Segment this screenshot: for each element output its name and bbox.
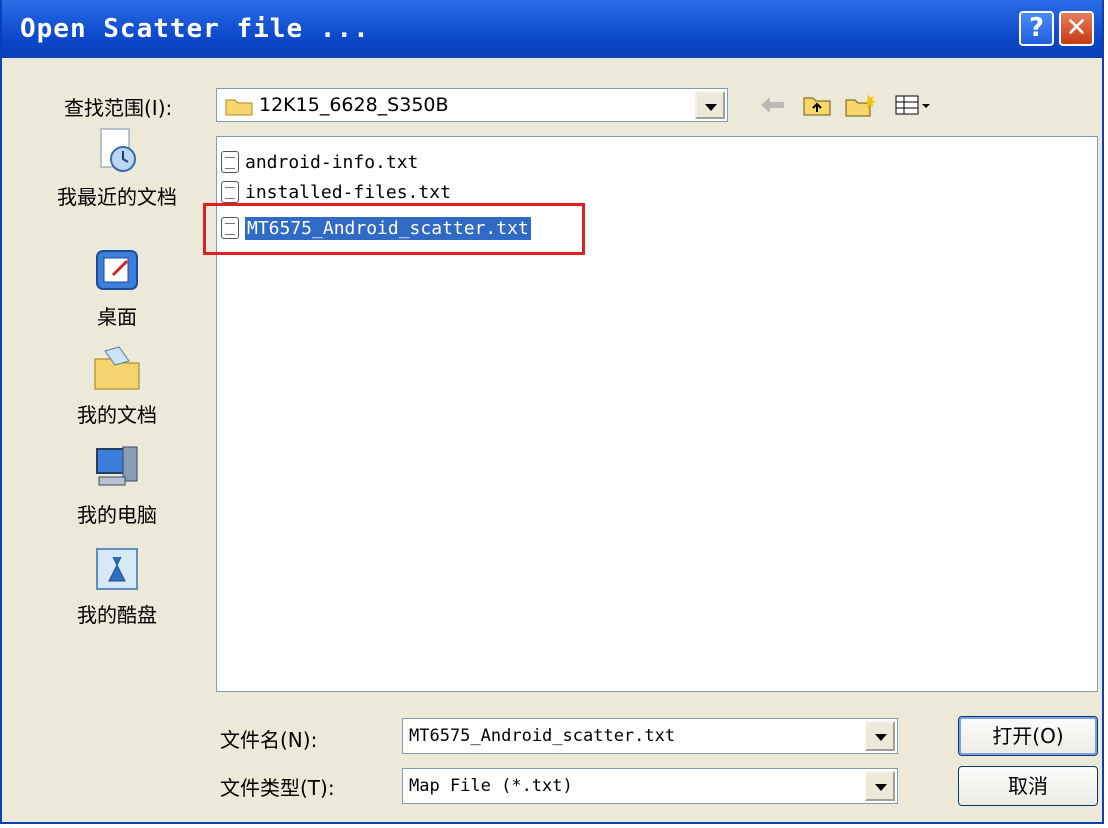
window-title: Open Scatter file ... <box>20 14 370 44</box>
place-label: 我的文档 <box>77 403 157 427</box>
filename-value: MT6575_Android_scatter.txt <box>409 726 676 746</box>
my-computer-icon <box>96 446 138 486</box>
lookin-value: 12K15_6628_S350B <box>259 94 449 116</box>
up-folder-icon[interactable] <box>802 92 832 118</box>
new-folder-icon[interactable] <box>844 92 876 118</box>
place-label: 我的酷盘 <box>77 603 157 627</box>
folder-icon <box>225 99 253 116</box>
text-file-icon <box>221 181 239 203</box>
filetype-dropdown[interactable]: Map File (*.txt) <box>402 768 898 804</box>
title-bar[interactable]: Open Scatter file ... ? ✕ <box>2 0 1102 58</box>
chevron-down-icon[interactable] <box>865 771 895 801</box>
kupan-icon <box>96 548 138 590</box>
lookin-label: 查找范围(I): <box>64 96 173 120</box>
chevron-down-icon[interactable] <box>865 721 895 751</box>
my-documents-icon <box>94 346 140 390</box>
open-scatter-dialog: Open Scatter file ... ? ✕ 查找范围(I): 12K15… <box>0 0 1104 824</box>
help-button[interactable]: ? <box>1019 11 1054 46</box>
chevron-down-icon[interactable] <box>695 91 725 119</box>
lookin-dropdown[interactable]: 12K15_6628_S350B <box>216 88 728 122</box>
desktop-icon <box>96 250 138 290</box>
filename-label: 文件名(N): <box>220 728 318 752</box>
recent-documents-icon <box>100 128 136 172</box>
list-item[interactable]: android-info.txt <box>221 147 418 177</box>
place-label: 桌面 <box>97 305 137 329</box>
filetype-label: 文件类型(T): <box>220 776 335 800</box>
place-label: 我最近的文档 <box>57 185 177 209</box>
place-label: 我的电脑 <box>77 503 157 527</box>
text-file-icon <box>221 151 239 173</box>
close-button[interactable]: ✕ <box>1059 11 1094 46</box>
file-name: installed-files.txt <box>245 181 451 203</box>
open-button[interactable]: 打开(O) <box>958 716 1098 756</box>
cancel-button[interactable]: 取消 <box>958 766 1098 806</box>
view-menu-icon[interactable] <box>894 92 934 118</box>
place-desktop[interactable]: 桌面 <box>32 245 202 330</box>
place-recent-documents[interactable]: 我最近的文档 <box>32 125 202 210</box>
filetype-value: Map File (*.txt) <box>409 776 573 796</box>
filename-field[interactable]: MT6575_Android_scatter.txt <box>402 718 898 754</box>
back-arrow-icon[interactable] <box>757 92 787 118</box>
place-my-computer[interactable]: 我的电脑 <box>32 443 202 528</box>
file-name: android-info.txt <box>245 151 419 173</box>
place-kupan[interactable]: 我的酷盘 <box>32 543 202 628</box>
place-my-documents[interactable]: 我的文档 <box>32 343 202 428</box>
annotation-highlight <box>203 203 585 255</box>
